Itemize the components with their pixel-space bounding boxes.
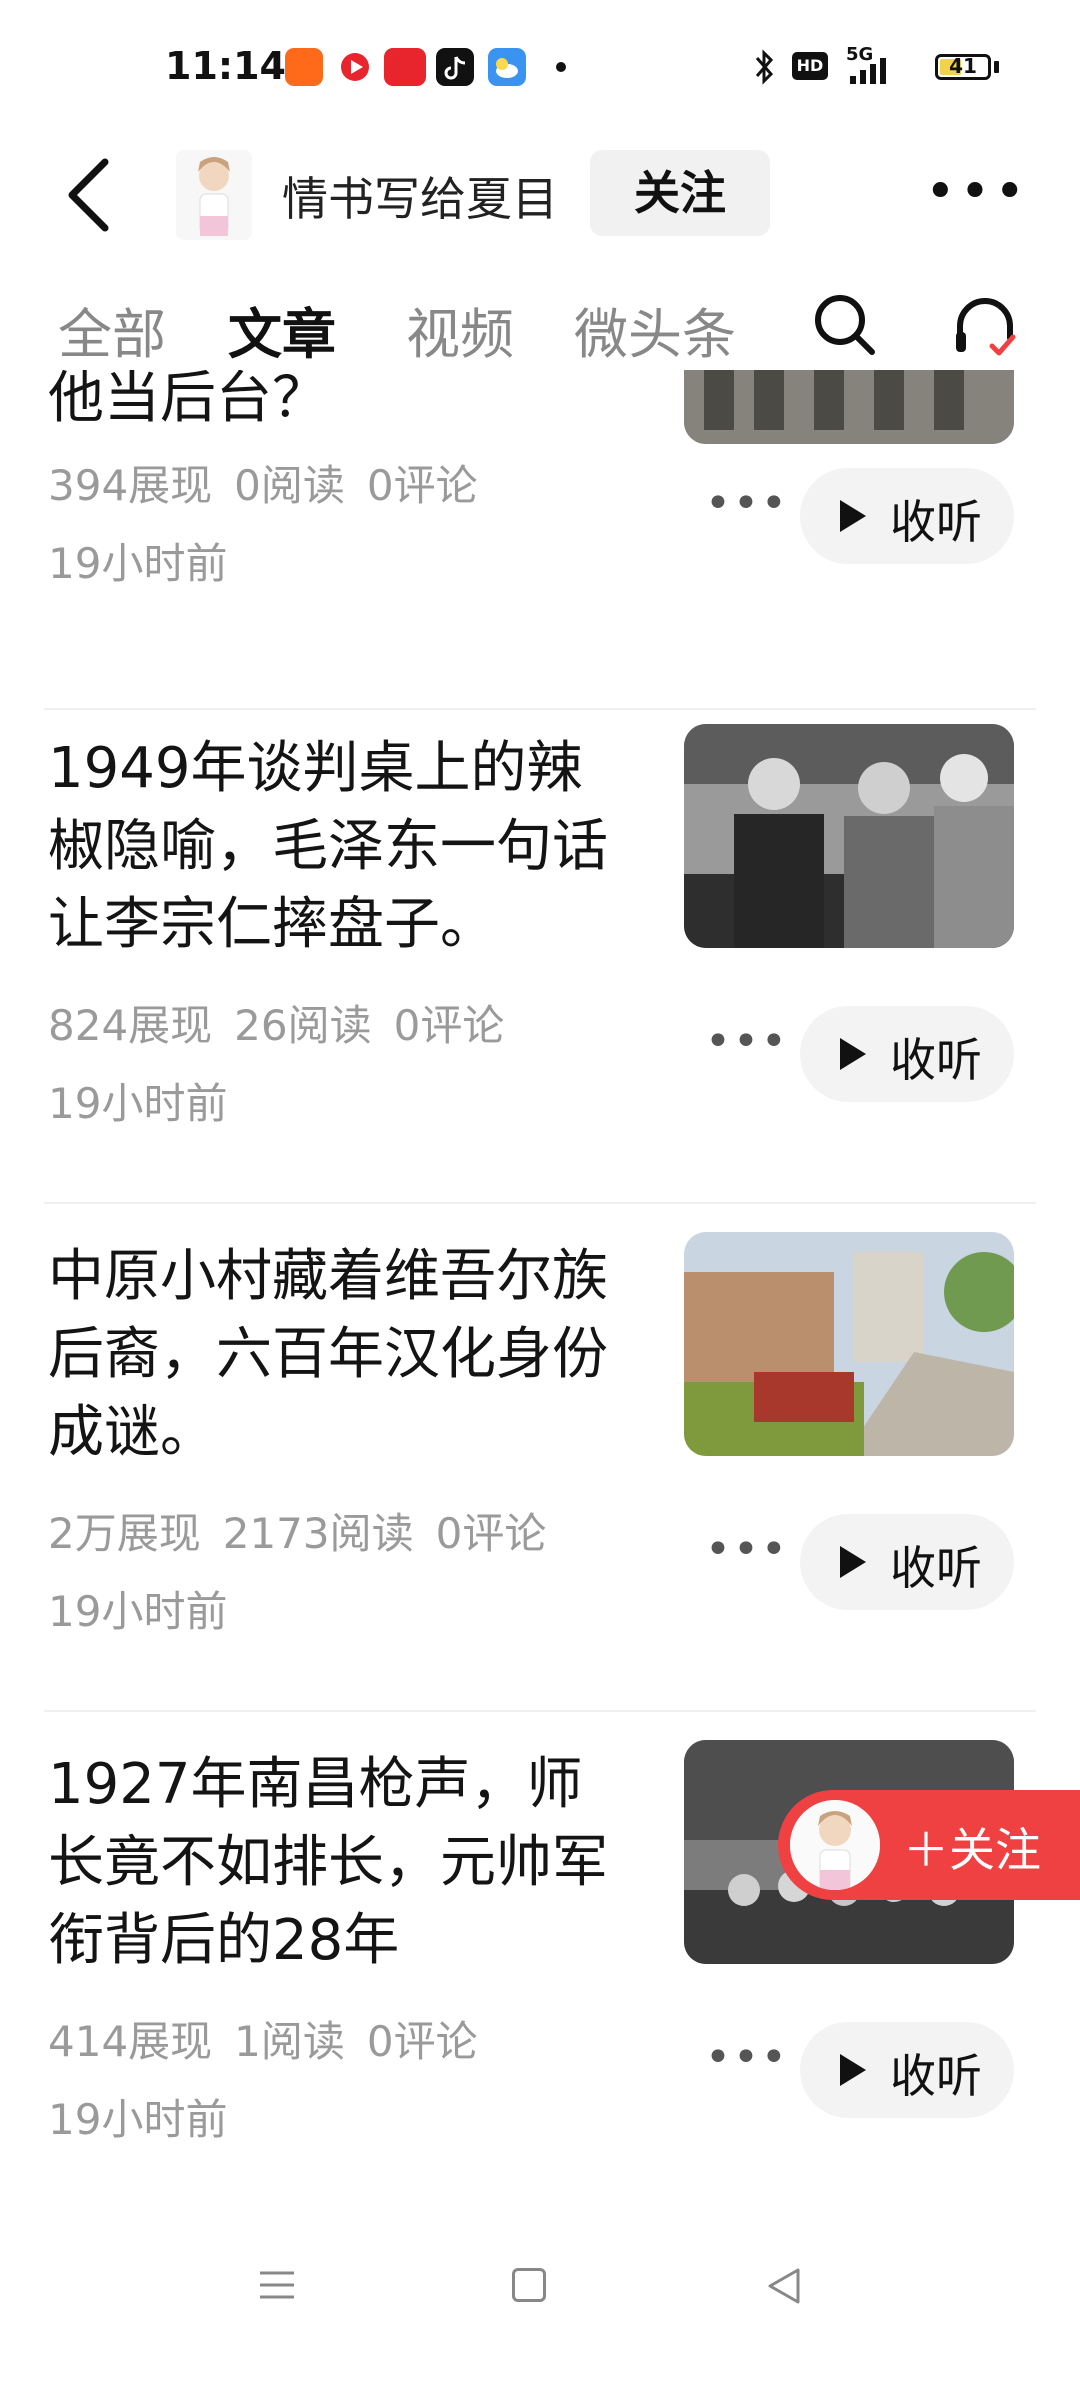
more-options-icon[interactable]: •••: [705, 478, 789, 529]
listen-label: 收听: [890, 2049, 982, 2103]
read-count: 26阅读: [234, 1001, 372, 1050]
video-app-icon: [336, 48, 374, 86]
publish-time: 19小时前: [48, 539, 228, 588]
play-icon: [840, 1038, 866, 1070]
listen-button[interactable]: 收听: [800, 468, 1014, 564]
search-icon[interactable]: [810, 290, 880, 360]
more-options-icon[interactable]: •••: [705, 1524, 789, 1575]
publish-time: 19小时前: [48, 1079, 228, 1128]
comment-count: 0评论: [366, 2017, 478, 2066]
headphones-icon[interactable]: [950, 290, 1020, 360]
view-count: 2万展现: [48, 1509, 201, 1558]
article-card[interactable]: 中原小村藏着维吾尔族后裔，六百年汉化身份成谜。 2万展现 2173阅读 0评论 19…: [0, 1218, 1080, 1726]
kuaishou-icon: [285, 48, 323, 86]
tab-videos[interactable]: 视频: [406, 290, 514, 369]
article-card[interactable]: 1949年谈判桌上的辣椒隐喻，毛泽东一句话让李宗仁摔盘子。 824展现 26阅读 0…: [0, 710, 1080, 1218]
author-name[interactable]: 情书写给夏目: [282, 163, 558, 229]
author-avatar[interactable]: [176, 150, 252, 240]
listen-button[interactable]: 收听: [800, 1514, 1014, 1610]
weather-icon: [488, 48, 526, 86]
author-avatar: [790, 1800, 880, 1890]
status-time: 11:14: [165, 44, 286, 88]
play-icon: [840, 2054, 866, 2086]
article-feed[interactable]: 他当后台？ 394展现 0阅读 0评论 19小时前 ••• 收听 1949年谈判桌上…: [0, 370, 1080, 2200]
comment-count: 0评论: [366, 461, 478, 510]
listen-label: 收听: [890, 495, 982, 549]
status-bar: 11:14 HD 5G 41: [0, 0, 1080, 130]
follow-button[interactable]: 关注: [590, 150, 770, 236]
comment-count: 0评论: [435, 1509, 547, 1558]
article-thumbnail[interactable]: [684, 370, 1014, 444]
article-title[interactable]: 他当后台？: [48, 370, 638, 438]
article-card[interactable]: 他当后台？ 394展现 0阅读 0评论 19小时前 ••• 收听: [0, 370, 1080, 710]
read-count: 1阅读: [234, 2017, 345, 2066]
floating-follow-button[interactable]: ＋关注: [778, 1790, 1080, 1900]
back-icon[interactable]: [60, 150, 120, 240]
publish-time: 19小时前: [48, 1587, 228, 1636]
nav-back-icon[interactable]: [766, 2266, 802, 2306]
listen-label: 收听: [890, 1541, 982, 1595]
article-stats: 824展现 26阅读 0评论: [48, 992, 526, 1053]
comment-count: 0评论: [393, 1001, 505, 1050]
article-thumbnail[interactable]: [684, 1232, 1014, 1456]
listen-button[interactable]: 收听: [800, 2022, 1014, 2118]
article-stats: 394展现 0阅读 0评论: [48, 452, 500, 513]
bluetooth-icon: [755, 49, 774, 85]
more-options-icon[interactable]: •••: [705, 1016, 789, 1067]
listen-label: 收听: [890, 1033, 982, 1087]
play-icon: [840, 500, 866, 532]
read-count: 2173阅读: [222, 1509, 414, 1558]
tab-articles[interactable]: 文章: [228, 290, 336, 369]
view-count: 394展现: [48, 461, 213, 510]
article-thumbnail[interactable]: [684, 724, 1014, 948]
notification-dot: [556, 62, 566, 72]
view-count: 414展现: [48, 2017, 213, 2066]
floating-follow-label: ＋关注: [903, 1823, 1041, 1877]
toutiao-icon: [384, 48, 426, 86]
view-count: 824展现: [48, 1001, 213, 1050]
home-icon[interactable]: [512, 2268, 546, 2302]
battery-level: 41: [949, 54, 977, 78]
hd-icon: HD: [792, 52, 828, 80]
tab-micro-headlines[interactable]: 微头条: [574, 290, 736, 369]
publish-time: 19小时前: [48, 2095, 228, 2144]
battery-icon: 41: [935, 54, 991, 80]
article-title[interactable]: 1949年谈判桌上的辣椒隐喻，毛泽东一句话让李宗仁摔盘子。: [48, 730, 638, 964]
article-title[interactable]: 1927年南昌枪声，师长竟不如排长，元帅军衔背后的28年: [48, 1746, 638, 1980]
article-title[interactable]: 中原小村藏着维吾尔族后裔，六百年汉化身份成谜。: [48, 1238, 638, 1472]
tab-all[interactable]: 全部: [58, 290, 166, 369]
tiktok-icon: [436, 48, 474, 86]
tab-bar: 全部 文章 视频 微头条: [0, 280, 1080, 370]
article-stats: 2万展现 2173阅读 0评论: [48, 1500, 568, 1561]
more-options-icon[interactable]: •••: [705, 2032, 789, 2083]
recent-apps-icon[interactable]: [258, 2270, 296, 2300]
listen-button[interactable]: 收听: [800, 1006, 1014, 1102]
article-stats: 414展现 1阅读 0评论: [48, 2008, 500, 2069]
more-icon[interactable]: •••: [925, 162, 1029, 222]
read-count: 0阅读: [234, 461, 345, 510]
signal-icon: [850, 58, 886, 84]
play-icon: [840, 1546, 866, 1578]
